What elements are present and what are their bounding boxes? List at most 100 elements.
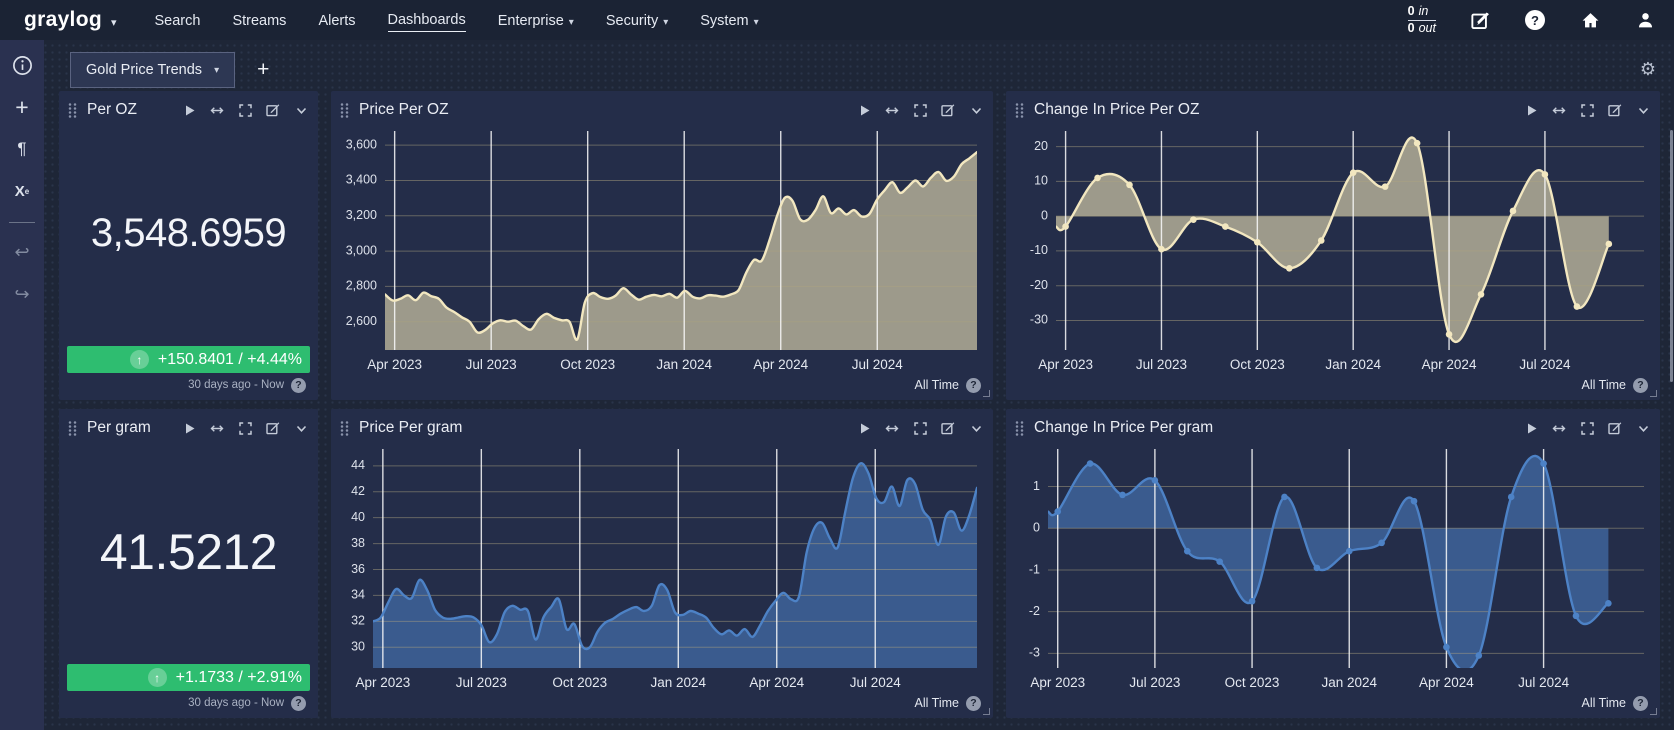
drag-handle-icon[interactable] [67,420,78,437]
svg-text:2,800: 2,800 [346,279,377,293]
resize-handle[interactable] [983,708,990,715]
play-icon[interactable] [1524,103,1538,117]
timerange-label: 30 days ago - Now [188,379,284,391]
nav-item-enterprise[interactable]: Enterprise ▾ [498,9,574,32]
widget-price-per-gram: Price Per gram 30 32 34 36 38 40 42 44 Apr 2023 J… [331,409,993,718]
help-icon[interactable]: ? [291,695,306,711]
svg-text:-30: -30 [1030,313,1048,327]
tab-gold-price-trends[interactable]: Gold Price Trends ▾ [70,51,236,88]
subscript-x-icon[interactable]: Xe [9,178,35,204]
collapse-icon[interactable] [969,421,983,435]
left-sidebar: + ¶ Xe ↩ ↪ [0,40,44,730]
svg-text:Jan 2024: Jan 2024 [651,675,707,690]
trend-badge: ↑ +150.8401 / +4.44% [67,346,310,373]
svg-text:Apr 2023: Apr 2023 [1038,357,1093,372]
play-icon[interactable] [182,421,196,435]
widget-title: Price Per OZ [359,101,449,118]
undo-icon[interactable]: ↩ [9,239,35,265]
help-icon[interactable]: ? [966,695,981,711]
svg-text:Apr 2023: Apr 2023 [367,357,422,372]
help-icon[interactable]: ? [1524,9,1546,31]
collapse-icon[interactable] [969,103,983,117]
collapse-icon[interactable] [1636,103,1650,117]
info-icon[interactable] [9,52,35,78]
drag-handle-icon[interactable] [339,102,350,119]
nav-item-dashboards[interactable]: Dashboards [387,8,466,32]
edit-icon[interactable] [1608,103,1622,117]
resize-handle[interactable] [983,390,990,397]
svg-text:40: 40 [351,510,365,524]
svg-text:Jul 2024: Jul 2024 [852,357,904,372]
nav-item-system[interactable]: System ▾ [700,9,758,32]
svg-text:3,200: 3,200 [346,208,377,222]
nav-item-streams[interactable]: Streams [232,9,286,32]
help-icon[interactable]: ? [1633,695,1648,711]
nav-item-security[interactable]: Security ▾ [606,9,668,32]
play-icon[interactable] [182,103,196,117]
drag-handle-icon[interactable] [1014,102,1025,119]
help-icon[interactable]: ? [1633,377,1648,393]
drag-handle-icon[interactable] [339,420,350,437]
move-horizontal-icon[interactable] [210,421,224,435]
home-icon[interactable] [1579,9,1601,31]
play-icon[interactable] [1524,421,1538,435]
move-horizontal-icon[interactable] [885,421,899,435]
fullscreen-icon[interactable] [1580,103,1594,117]
fullscreen-icon[interactable] [238,421,252,435]
edit-icon[interactable] [266,103,280,117]
widget-grid: Per OZ 3,548.6959 ↑ +150.8401 / +4.44% 3… [44,91,1674,718]
resize-handle[interactable] [1650,708,1657,715]
widget-actions [857,421,983,435]
fullscreen-icon[interactable] [913,103,927,117]
svg-text:0: 0 [1041,208,1048,222]
add-tab-button[interactable]: + [257,58,269,82]
svg-text:Jul 2024: Jul 2024 [1519,357,1571,372]
resize-handle[interactable] [1650,390,1657,397]
move-horizontal-icon[interactable] [210,103,224,117]
fullscreen-icon[interactable] [913,421,927,435]
play-icon[interactable] [857,421,871,435]
widget-price-per-oz: Price Per OZ 2,600 2,800 3,000 3,200 3,400 3,… [331,91,993,400]
timerange-label: All Time [914,378,959,392]
edit-icon[interactable] [941,103,955,117]
svg-text:32: 32 [351,614,365,628]
vertical-scrollbar[interactable] [1670,130,1673,382]
redo-icon[interactable]: ↪ [9,281,35,307]
svg-text:Oct 2023: Oct 2023 [1225,675,1280,690]
svg-text:-10: -10 [1030,243,1048,257]
play-icon[interactable] [857,103,871,117]
svg-text:42: 42 [351,484,365,498]
collapse-icon[interactable] [1636,421,1650,435]
edit-icon[interactable] [1608,421,1622,435]
widget-change-in-price-per-oz: Change In Price Per OZ 20 10 0 -10 -20 -30 Apr… [1006,91,1660,400]
paragraph-icon[interactable]: ¶ [9,136,35,162]
collapse-icon[interactable] [294,421,308,435]
chevron-down-icon: ▾ [753,16,759,28]
throughput-indicator: 0 in 0 out [1407,4,1436,35]
move-horizontal-icon[interactable] [1552,421,1566,435]
drag-handle-icon[interactable] [67,102,78,119]
edit-icon[interactable] [1469,9,1491,31]
svg-text:20: 20 [1034,139,1048,153]
timerange-label: All Time [914,696,959,710]
gear-icon[interactable]: ⚙ [1640,59,1656,80]
move-horizontal-icon[interactable] [1552,103,1566,117]
edit-icon[interactable] [266,421,280,435]
graylog-logo[interactable]: graylog [24,8,102,32]
help-icon[interactable]: ? [291,377,306,393]
svg-text:Apr 2024: Apr 2024 [1422,357,1477,372]
collapse-icon[interactable] [294,103,308,117]
svg-text:2,600: 2,600 [346,314,377,328]
drag-handle-icon[interactable] [1014,420,1025,437]
edit-icon[interactable] [941,421,955,435]
move-horizontal-icon[interactable] [885,103,899,117]
svg-text:-3: -3 [1029,646,1040,660]
user-icon[interactable] [1634,9,1656,31]
nav-item-search[interactable]: Search [154,9,200,32]
add-icon[interactable]: + [9,94,35,120]
help-icon[interactable]: ? [966,377,981,393]
fullscreen-icon[interactable] [238,103,252,117]
fullscreen-icon[interactable] [1580,421,1594,435]
logo-caret-icon[interactable]: ▾ [111,16,117,29]
nav-item-alerts[interactable]: Alerts [318,9,355,32]
